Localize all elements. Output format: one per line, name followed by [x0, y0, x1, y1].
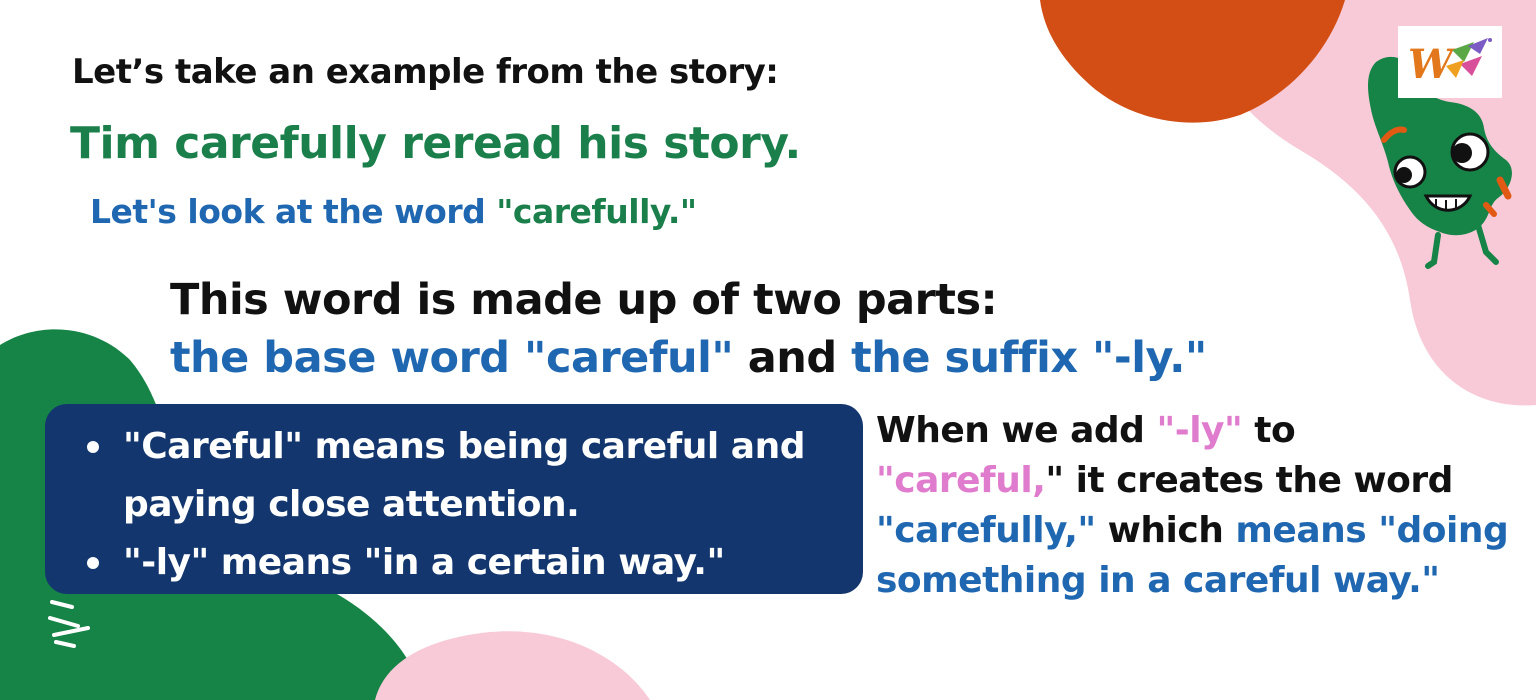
- explanation-part-3: to: [1242, 410, 1296, 451]
- explanation-careful: "careful,: [876, 460, 1046, 501]
- parts-heading: This word is made up of two parts:: [170, 275, 998, 325]
- and-text: and: [733, 333, 852, 383]
- pink-blob-bottom: [375, 631, 650, 700]
- explanation-part-5: " it creates the word: [1045, 460, 1453, 501]
- bullet-text-careful: "Careful" means being careful and paying…: [123, 426, 805, 525]
- w-logo-icon: W: [1398, 26, 1502, 98]
- definition-card: "Careful" means being careful and paying…: [45, 404, 863, 594]
- list-item: "Careful" means being careful and paying…: [87, 418, 843, 534]
- look-at-word: "carefully.": [496, 192, 697, 231]
- definition-list: "Careful" means being careful and paying…: [87, 418, 843, 592]
- svg-text:W: W: [1408, 41, 1457, 88]
- explanation-part-1: When we add: [876, 410, 1157, 451]
- base-word-text: the base word "careful": [170, 333, 734, 383]
- intro-heading: Let’s take an example from the story:: [72, 52, 779, 92]
- explanation-paragraph: When we add "-ly" to "careful," it creat…: [876, 406, 1526, 606]
- parts-line: the base word "careful" and the suffix "…: [170, 333, 1207, 383]
- look-at-line: Let's look at the word "carefully.": [90, 192, 697, 231]
- explanation-suffix: "-ly": [1156, 410, 1243, 451]
- look-at-prefix: Let's look at the word: [90, 192, 497, 231]
- bullet-icon: [87, 557, 99, 569]
- list-item: "-ly" means "in a certain way.": [87, 534, 843, 592]
- suffix-text: the suffix "-ly.": [851, 333, 1207, 383]
- explanation-carefully: "carefully,": [876, 510, 1096, 551]
- bullet-icon: [87, 441, 99, 453]
- bullet-text-ly: "-ly" means "in a certain way.": [123, 542, 725, 583]
- example-sentence: Tim carefully reread his story.: [70, 118, 801, 169]
- explanation-part-7: which: [1095, 510, 1236, 551]
